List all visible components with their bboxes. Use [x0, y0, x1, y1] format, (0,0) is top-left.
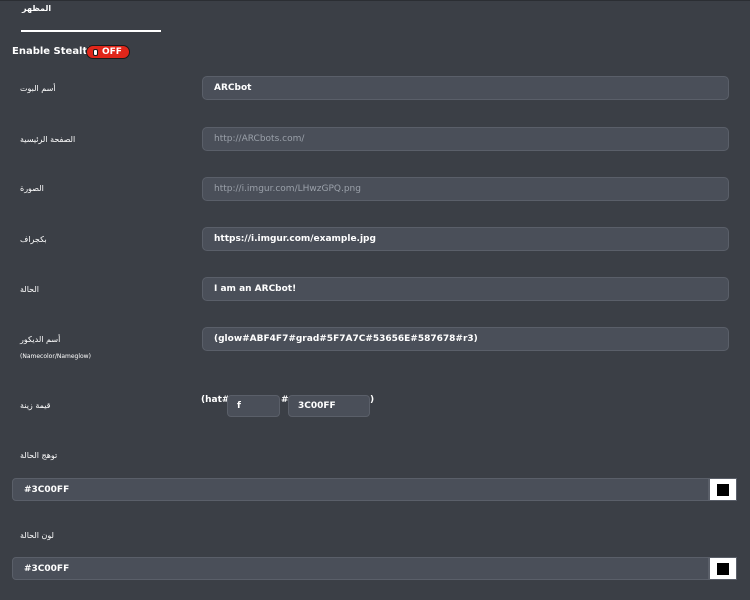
- hat-prefix: (hat#: [201, 395, 230, 405]
- top-divider: [0, 0, 750, 1]
- bot-name-label: أسم البوت: [20, 84, 56, 93]
- status-glow-label: توهج الحالة: [20, 451, 58, 460]
- status-glow-input[interactable]: #3C00FF: [12, 478, 709, 501]
- status-label: الحالة: [20, 285, 39, 294]
- status-input[interactable]: I am an ARCbot!: [202, 277, 729, 301]
- homepage-input[interactable]: http://ARCbots.com/: [202, 127, 729, 151]
- tab-appearance[interactable]: المظهر: [22, 4, 51, 13]
- image-label: الصورة: [20, 184, 44, 193]
- status-color-label: لون الحالة: [20, 531, 54, 540]
- toggle-knob-icon: [93, 48, 98, 56]
- hat-first-input[interactable]: f: [227, 395, 280, 417]
- background-label: بكجراف: [20, 235, 47, 244]
- status-color-picker[interactable]: [709, 557, 737, 580]
- hat-second-input[interactable]: 3C00FF: [288, 395, 370, 417]
- name-decor-label: أسم الديكور: [20, 335, 61, 344]
- stealth-toggle-state: OFF: [102, 47, 122, 57]
- status-glow-color-picker[interactable]: [709, 478, 737, 501]
- status-color-input[interactable]: #3C00FF: [12, 557, 709, 580]
- color-swatch-icon: [717, 483, 729, 496]
- color-swatch-icon: [717, 562, 729, 575]
- name-decor-sublabel: (Namecolor/Nameglow): [20, 353, 91, 360]
- image-input[interactable]: http://i.imgur.com/LHwzGPQ.png: [202, 177, 729, 201]
- hat-label: قيمة زينة: [20, 401, 51, 410]
- hat-suffix: ): [370, 395, 375, 405]
- active-tab-indicator: [21, 30, 161, 32]
- settings-page: المظهر Enable Stealth? OFF أسم البوت ARC…: [0, 0, 750, 600]
- background-input[interactable]: https://i.imgur.com/example.jpg: [202, 227, 729, 251]
- homepage-label: الصفحة الرئيسية: [20, 135, 76, 144]
- name-decor-input[interactable]: (glow#ABF4F7#grad#5F7A7C#53656E#587678#r…: [202, 327, 729, 351]
- bot-name-input[interactable]: ARCbot: [202, 76, 729, 100]
- stealth-toggle[interactable]: OFF: [86, 45, 130, 59]
